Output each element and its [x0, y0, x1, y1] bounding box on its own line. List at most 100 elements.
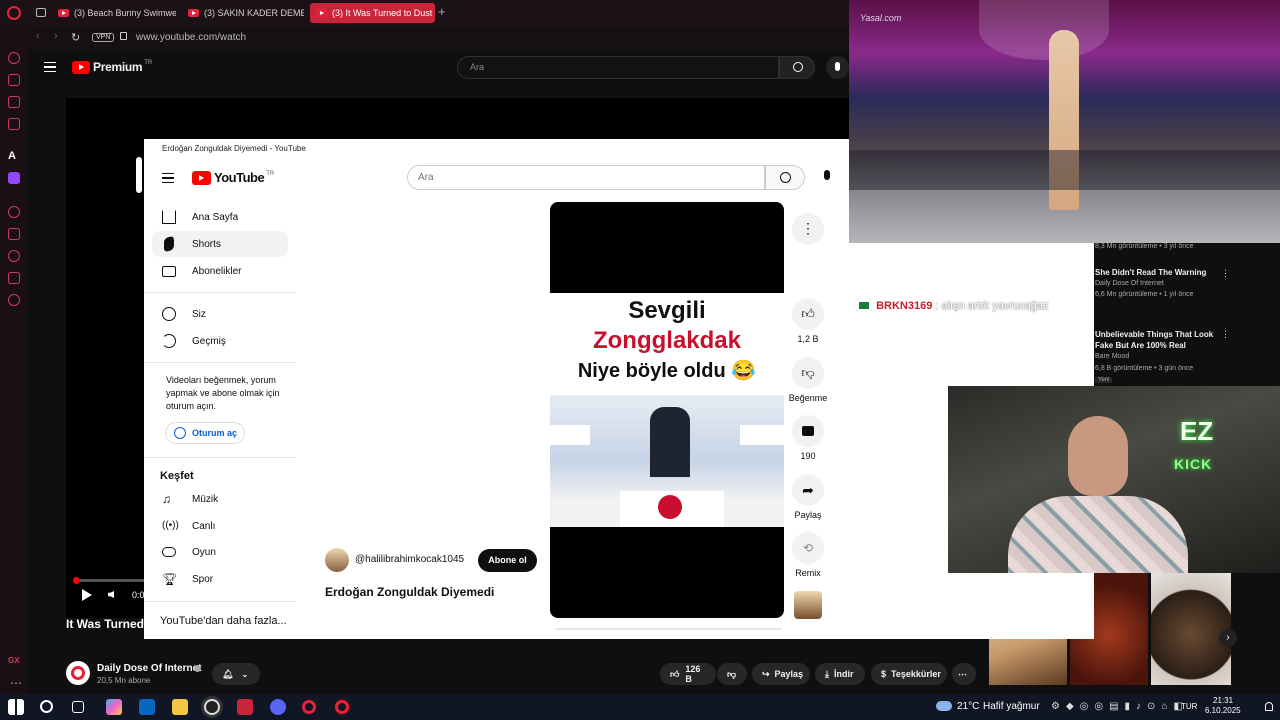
- tab-it-was-turned[interactable]: (3) It Was Turned to Dust: [310, 3, 435, 23]
- share-button[interactable]: ↪ Paylaş: [752, 663, 810, 685]
- opera-gx-icon[interactable]: [335, 700, 349, 714]
- sound-avatar[interactable]: [794, 591, 822, 619]
- outlook-icon[interactable]: [139, 699, 155, 715]
- rec-title[interactable]: She Didn't Read The Warning: [1095, 268, 1219, 277]
- youtube-logo-icon: [192, 170, 211, 185]
- opera-icon[interactable]: [302, 700, 316, 714]
- task-view-icon[interactable]: [72, 701, 84, 713]
- new-badge: Yeni: [1095, 377, 1113, 383]
- discord-icon[interactable]: [270, 699, 286, 715]
- more-icon[interactable]: ⋮: [1221, 329, 1230, 340]
- nav-sports[interactable]: 🏆︎ Spor: [152, 566, 288, 592]
- like-button[interactable]: 👍︎: [792, 298, 824, 330]
- like-button[interactable]: 👍︎ 126 B: [660, 663, 716, 685]
- url-field[interactable]: www.youtube.com/watch: [136, 32, 246, 43]
- tab-islands-icon[interactable]: [36, 8, 46, 17]
- more-from-youtube: YouTube'dan daha fazla...: [160, 615, 287, 627]
- obs-icon[interactable]: [204, 699, 220, 715]
- download-button[interactable]: ⤓ İndir: [815, 663, 865, 685]
- back-icon[interactable]: ‹: [36, 30, 40, 42]
- search-input[interactable]: Ara: [407, 165, 765, 190]
- search-icon[interactable]: [40, 700, 53, 713]
- microphone-icon[interactable]: [826, 56, 849, 79]
- file-explorer-icon[interactable]: [172, 699, 188, 715]
- bookmarks-icon[interactable]: [8, 228, 20, 240]
- subscribe-button[interactable]: Abone ol: [478, 549, 537, 572]
- clock-time[interactable]: 21:31: [1213, 696, 1233, 705]
- youtube-logo[interactable]: YouTube TR: [192, 170, 274, 185]
- gx-icon[interactable]: GX: [8, 656, 20, 665]
- aria-icon[interactable]: [8, 52, 20, 64]
- language-indicator[interactable]: TUR: [1181, 702, 1197, 711]
- history-icon[interactable]: [8, 250, 20, 262]
- search-button[interactable]: [765, 165, 805, 190]
- workspace-icon[interactable]: [8, 74, 20, 86]
- tray-icons[interactable]: ⚙◆◎◎▤▮♪⊙⌂◧: [1051, 701, 1189, 712]
- shorts-icon: [164, 235, 174, 253]
- window-resize-handle[interactable]: [136, 157, 142, 193]
- more-icon[interactable]: ⋮: [1221, 268, 1230, 279]
- more-actions-button[interactable]: ⋯: [952, 663, 976, 685]
- menu-icon[interactable]: [162, 173, 174, 183]
- more-icon[interactable]: ⋯: [10, 676, 22, 690]
- search-input[interactable]: Ara: [457, 56, 779, 79]
- bell-icon: 🔔︎: [222, 668, 234, 679]
- channel-name[interactable]: Daily Dose Of Internet: [97, 663, 201, 674]
- nav-gaming[interactable]: Oyun: [152, 539, 288, 565]
- dislike-button[interactable]: 👎︎: [792, 357, 824, 389]
- forward-icon[interactable]: ›: [54, 30, 58, 42]
- player-icon[interactable]: [8, 206, 20, 218]
- neon-sign-kick: KICK: [1174, 456, 1213, 472]
- short-channel-name[interactable]: @halilibrahimkocak1045: [355, 554, 464, 565]
- youtube-premium-logo[interactable]: Premium TR: [72, 60, 152, 74]
- notifications-icon[interactable]: [1265, 702, 1273, 711]
- tab-sakin-kader[interactable]: (3) SAKIN KADER DEME: [182, 3, 304, 23]
- notification-bell-button[interactable]: 🔔︎ ⌄: [212, 663, 260, 685]
- remix-button[interactable]: ⟲: [792, 532, 824, 564]
- comments-button[interactable]: [792, 415, 824, 447]
- whatsapp-icon[interactable]: [8, 118, 20, 130]
- messenger-icon[interactable]: [8, 96, 20, 108]
- nav-history[interactable]: Geçmiş: [152, 328, 288, 354]
- thanks-button[interactable]: $ Teşekkürler: [871, 663, 947, 685]
- settings-icon[interactable]: [8, 294, 20, 306]
- thumbnail-food-3[interactable]: [1151, 573, 1231, 685]
- nav-music[interactable]: ♫ Müzik: [152, 486, 288, 512]
- clock-date[interactable]: 6.10.2025: [1205, 706, 1241, 715]
- reload-icon[interactable]: ↻: [71, 31, 80, 44]
- twitch-icon[interactable]: [8, 172, 20, 184]
- channel-subs: 20,5 Mn abone: [97, 676, 151, 685]
- search-icon: [793, 62, 803, 72]
- windows-start-icon[interactable]: [8, 699, 24, 715]
- channel-avatar[interactable]: [325, 548, 349, 572]
- new-tab-button[interactable]: +: [438, 4, 446, 19]
- vpn-badge[interactable]: VPN: [92, 33, 115, 42]
- search-button[interactable]: [779, 56, 815, 79]
- carousel-next-button[interactable]: ›: [1219, 629, 1237, 647]
- nav-home[interactable]: Ana Sayfa: [152, 204, 288, 230]
- tab-beach-bunny[interactable]: (3) Beach Bunny Swimwe: [52, 3, 176, 23]
- channel-avatar[interactable]: [66, 661, 90, 685]
- nav-shorts[interactable]: Shorts: [152, 231, 288, 257]
- rec-title[interactable]: Unbelievable Things That Look Fake But A…: [1095, 329, 1219, 351]
- short-video-player[interactable]: Sevgili Zongglakdak Niye böyle oldu 😂: [550, 202, 784, 618]
- share-button[interactable]: ➦: [792, 474, 824, 506]
- short-more-button[interactable]: ⋮: [792, 213, 824, 245]
- play-icon[interactable]: [82, 589, 92, 601]
- menu-icon[interactable]: [44, 62, 56, 72]
- nav-subscriptions[interactable]: Abonelikler: [152, 258, 288, 284]
- short-title: Erdoğan Zonguldak Diyemedi: [325, 585, 495, 599]
- microphone-icon[interactable]: [824, 170, 830, 180]
- progress-bar[interactable]: [73, 577, 144, 584]
- signin-button[interactable]: Oturum aç: [165, 422, 245, 444]
- nav-you[interactable]: Siz: [152, 301, 288, 327]
- copilot-icon[interactable]: [106, 699, 122, 715]
- ai-icon[interactable]: A: [8, 150, 20, 162]
- weather-icon[interactable]: [936, 701, 952, 711]
- nav-live[interactable]: ((•)) Canlı: [152, 513, 288, 539]
- dislike-button[interactable]: 👎︎: [717, 663, 747, 685]
- voicemeeter-icon[interactable]: [237, 699, 253, 715]
- stream-overlay-video: Yasal.com: [849, 0, 1280, 243]
- opera-logo-icon[interactable]: [7, 6, 21, 20]
- downloads-icon[interactable]: [8, 272, 20, 284]
